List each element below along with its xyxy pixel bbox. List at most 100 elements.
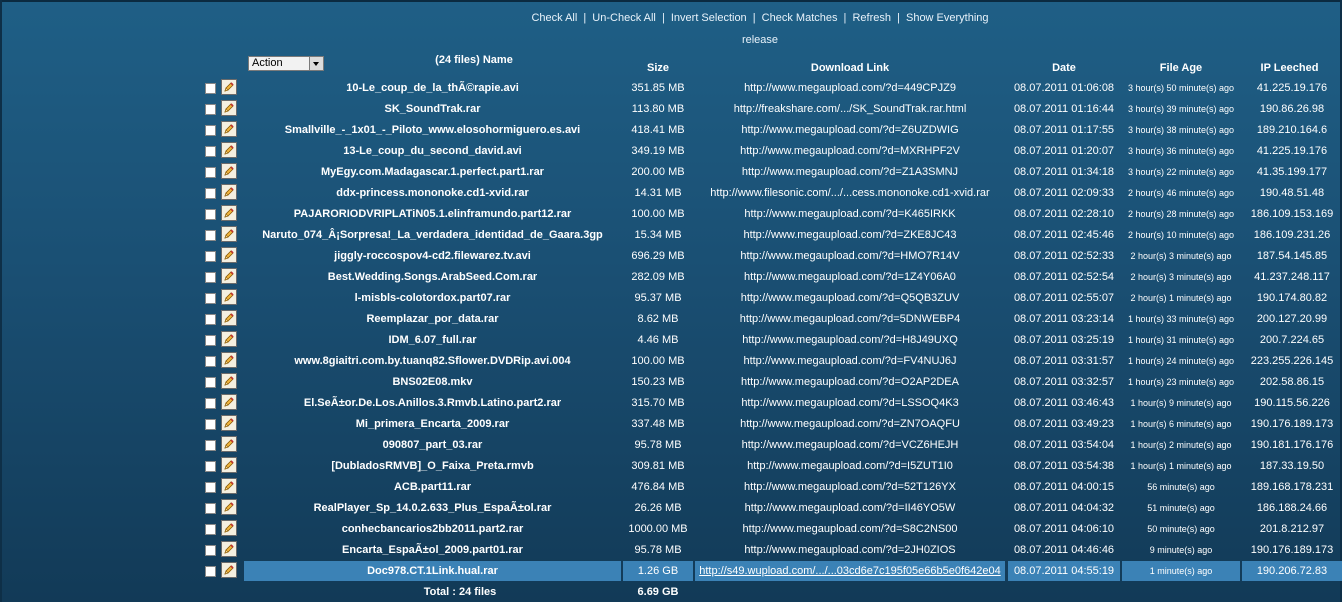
download-link[interactable]: http://freakshare.com/.../SK_SoundTrak.r… (695, 103, 1005, 115)
row-checkbox[interactable] (205, 398, 216, 409)
row-checkbox[interactable] (205, 377, 216, 388)
row-checkbox[interactable] (205, 566, 216, 577)
table-row[interactable]: PAJARORIODVRIPLATiN05.1.elinframundo.par… (195, 204, 1342, 225)
download-link[interactable]: http://www.filesonic.com/.../...cess.mon… (695, 187, 1005, 199)
row-checkbox[interactable] (205, 83, 216, 94)
download-link[interactable]: http://www.megaupload.com/?d=Z6UZDWIG (695, 124, 1005, 136)
download-link[interactable]: http://www.megaupload.com/?d=LSSOQ4K3 (695, 397, 1005, 409)
row-checkbox[interactable] (205, 293, 216, 304)
table-row[interactable]: Doc978.CT.1Link.hual.rar 1.26 GB http://s4… (195, 561, 1342, 582)
pencil-icon[interactable] (221, 394, 237, 410)
row-checkbox[interactable] (205, 251, 216, 262)
download-link[interactable]: http://s49.wupload.com/.../...03cd6e7c19… (695, 565, 1005, 577)
row-checkbox[interactable] (205, 482, 216, 493)
download-link[interactable]: http://www.megaupload.com/?d=MXRHPF2V (695, 145, 1005, 157)
table-row[interactable]: [DubladosRMVB]_O_Faixa_Preta.rmvb 309.81 … (195, 456, 1342, 477)
pencil-icon[interactable] (221, 79, 237, 95)
download-link[interactable]: http://www.megaupload.com/?d=ZKE8JC43 (695, 229, 1005, 241)
download-link[interactable]: http://www.megaupload.com/?d=H8J49UXQ (695, 334, 1005, 346)
pencil-icon[interactable] (221, 142, 237, 158)
table-row[interactable]: RealPlayer_Sp_14.0.2.633_Plus_EspaÃ±ol.r… (195, 498, 1342, 519)
download-link[interactable]: http://www.megaupload.com/?d=52T126YX (695, 481, 1005, 493)
row-checkbox[interactable] (205, 146, 216, 157)
pencil-icon[interactable] (221, 415, 237, 431)
pencil-icon[interactable] (221, 541, 237, 557)
invert-selection-link[interactable]: Invert Selection (671, 12, 747, 24)
row-checkbox[interactable] (205, 419, 216, 430)
download-link[interactable]: http://www.megaupload.com/?d=ZN7OAQFU (695, 418, 1005, 430)
download-link[interactable]: http://www.megaupload.com/?d=K465IRKK (695, 208, 1005, 220)
row-checkbox[interactable] (205, 104, 216, 115)
pencil-icon[interactable] (221, 478, 237, 494)
pencil-icon[interactable] (221, 310, 237, 326)
table-row[interactable]: SK_SoundTrak.rar 113.80 MB http://freaksha… (195, 99, 1342, 120)
table-row[interactable]: l-misbls-colotordox.part07.rar 95.37 MB ht… (195, 288, 1342, 309)
show-everything-link[interactable]: Show Everything (906, 12, 989, 24)
check-all-link[interactable]: Check All (531, 12, 577, 24)
pencil-icon[interactable] (221, 352, 237, 368)
download-link[interactable]: http://www.megaupload.com/?d=FV4NUJ6J (695, 355, 1005, 367)
pencil-icon[interactable] (221, 226, 237, 242)
pencil-icon[interactable] (221, 289, 237, 305)
row-checkbox[interactable] (205, 503, 216, 514)
table-row[interactable]: Best.Wedding.Songs.ArabSeed.Com.rar 282.0… (195, 267, 1342, 288)
download-link[interactable]: http://www.megaupload.com/?d=VCZ6HEJH (695, 439, 1005, 451)
pencil-icon[interactable] (221, 121, 237, 137)
download-link[interactable]: http://www.megaupload.com/?d=5DNWEBP4 (695, 313, 1005, 325)
download-link[interactable]: http://www.megaupload.com/?d=HMO7R14V (695, 250, 1005, 262)
pencil-icon[interactable] (221, 100, 237, 116)
table-row[interactable]: IDM_6.07_full.rar 4.46 MB http://www.megau… (195, 330, 1342, 351)
table-row[interactable]: jiggly-roccospov4-cd2.filewarez.tv.avi 69… (195, 246, 1342, 267)
table-row[interactable]: ddx-princess.mononoke.cd1-xvid.rar 14.31 … (195, 183, 1342, 204)
row-checkbox[interactable] (205, 167, 216, 178)
download-link[interactable]: http://www.megaupload.com/?d=II46YO5W (695, 502, 1005, 514)
table-row[interactable]: Smallville_-_1x01_-_Piloto_www.elosohorm… (195, 120, 1342, 141)
action-dropdown[interactable]: Action (248, 56, 324, 71)
table-row[interactable]: 10-Le_coup_de_la_thÃ©rapie.avi 351.85 MB h… (195, 78, 1342, 99)
pencil-icon[interactable] (221, 331, 237, 347)
row-checkbox[interactable] (205, 125, 216, 136)
row-checkbox[interactable] (205, 188, 216, 199)
refresh-link[interactable]: Refresh (852, 12, 891, 24)
row-checkbox[interactable] (205, 335, 216, 346)
table-row[interactable]: MyEgy.com.Madagascar.1.perfect.part1.rar… (195, 162, 1342, 183)
row-checkbox[interactable] (205, 209, 216, 220)
pencil-icon[interactable] (221, 520, 237, 536)
pencil-icon[interactable] (221, 205, 237, 221)
table-row[interactable]: Naruto_074_Â¡Sorpresa!_La_verdadera_iden… (195, 225, 1342, 246)
uncheck-all-link[interactable]: Un-Check All (592, 12, 656, 24)
row-checkbox[interactable] (205, 230, 216, 241)
check-matches-link[interactable]: Check Matches (762, 12, 838, 24)
pencil-icon[interactable] (221, 184, 237, 200)
table-row[interactable]: conhecbancarios2bb2011.part2.rar 1000.00 … (195, 519, 1342, 540)
download-link[interactable]: http://www.megaupload.com/?d=Q5QB3ZUV (695, 292, 1005, 304)
table-row[interactable]: Mi_primera_Encarta_2009.rar 337.48 MB http… (195, 414, 1342, 435)
row-checkbox[interactable] (205, 356, 216, 367)
table-row[interactable]: 090807_part_03.rar 95.78 MB http://www.meg… (195, 435, 1342, 456)
pencil-icon[interactable] (221, 268, 237, 284)
pencil-icon[interactable] (221, 163, 237, 179)
download-link[interactable]: http://www.megaupload.com/?d=Z1A3SMNJ (695, 166, 1005, 178)
pencil-icon[interactable] (221, 562, 237, 578)
table-row[interactable]: 13-Le_coup_du_second_david.avi 349.19 MB h… (195, 141, 1342, 162)
pencil-icon[interactable] (221, 457, 237, 473)
row-checkbox[interactable] (205, 272, 216, 283)
download-link[interactable]: http://www.megaupload.com/?d=1Z4Y06A0 (695, 271, 1005, 283)
download-link[interactable]: http://www.megaupload.com/?d=S8C2NS00 (695, 523, 1005, 535)
table-row[interactable]: Reemplazar_por_data.rar 8.62 MB http://www… (195, 309, 1342, 330)
table-row[interactable]: Encarta_EspaÃ±ol_2009.part01.rar 95.78 MB… (195, 540, 1342, 561)
pencil-icon[interactable] (221, 436, 237, 452)
download-link[interactable]: http://www.megaupload.com/?d=449CPJZ9 (695, 82, 1005, 94)
table-row[interactable]: www.8giaitri.com.by.tuanq82.Sflower.DVDR… (195, 351, 1342, 372)
download-link[interactable]: http://www.megaupload.com/?d=2JH0ZIOS (695, 544, 1005, 556)
row-checkbox[interactable] (205, 461, 216, 472)
table-row[interactable]: BNS02E08.mkv 150.23 MB http://www.megauplo… (195, 372, 1342, 393)
download-link[interactable]: http://www.megaupload.com/?d=I5ZUT1I0 (695, 460, 1005, 472)
row-checkbox[interactable] (205, 440, 216, 451)
row-checkbox[interactable] (205, 314, 216, 325)
row-checkbox[interactable] (205, 524, 216, 535)
chevron-down-icon[interactable] (309, 57, 323, 70)
pencil-icon[interactable] (221, 247, 237, 263)
row-checkbox[interactable] (205, 545, 216, 556)
table-row[interactable]: El.SeÃ±or.De.Los.Anillos.3.Rmvb.Latino.p… (195, 393, 1342, 414)
